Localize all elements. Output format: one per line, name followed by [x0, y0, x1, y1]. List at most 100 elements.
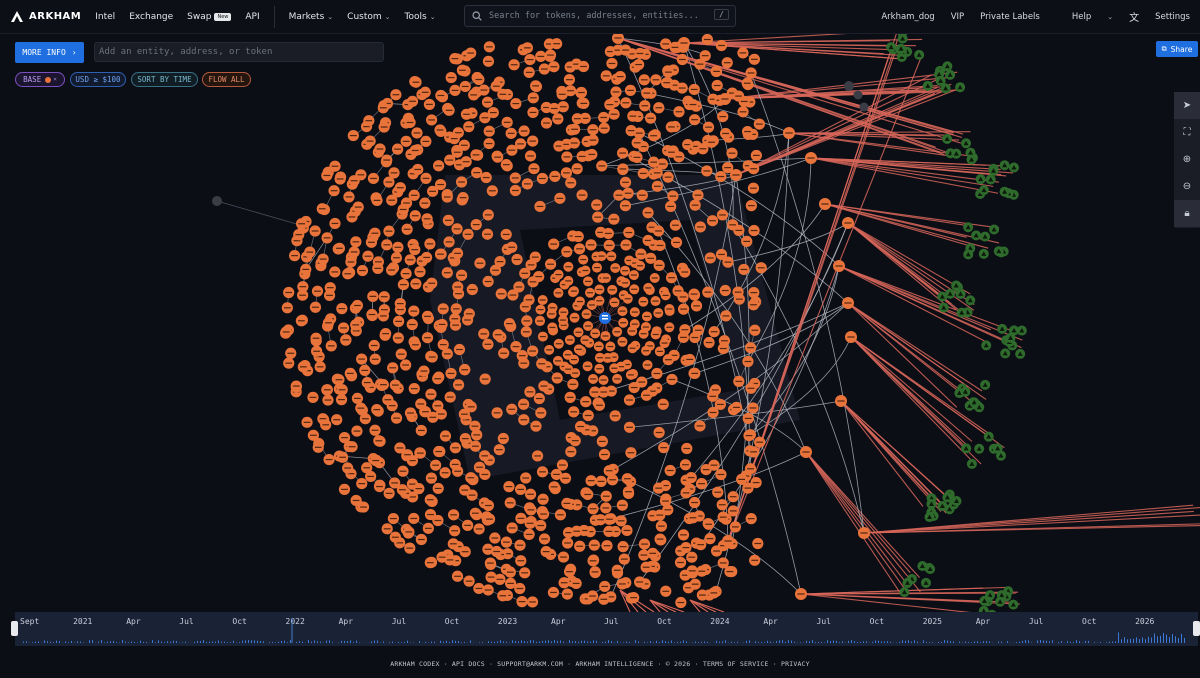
timeline-activity-bar — [1076, 640, 1077, 643]
visualizer-graph[interactable] — [0, 34, 1200, 612]
address-node-label — [682, 492, 690, 494]
timeline-activity-bar — [818, 641, 819, 643]
address-node-label — [708, 141, 715, 143]
address-node-label — [445, 241, 453, 243]
timeline-activity-bar — [584, 640, 585, 643]
address-node-label — [622, 181, 629, 183]
zoom-out-icon[interactable]: ⊖ — [1174, 173, 1200, 200]
address-node-label — [493, 550, 500, 553]
address-node-label — [661, 342, 668, 344]
timeline-activity-bar — [773, 642, 774, 643]
nav-private-labels[interactable]: Private Labels — [980, 12, 1040, 22]
timeline-activity-bar — [1058, 642, 1059, 643]
nav-exchange[interactable]: Exchange — [129, 12, 173, 22]
address-node-label — [565, 368, 572, 370]
address-node-label — [500, 352, 508, 354]
nav-settings[interactable]: Settings — [1155, 12, 1190, 22]
timeline-activity-bar — [761, 641, 762, 643]
nav-tools[interactable]: Tools ⌄ — [405, 12, 436, 22]
timeline-activity-bar — [446, 640, 447, 643]
address-node-label — [521, 572, 529, 574]
address-node-label — [443, 272, 451, 274]
timeline-activity-bar — [230, 642, 231, 643]
zoom-in-icon[interactable]: ⊕ — [1174, 146, 1200, 173]
address-node-label — [643, 394, 650, 396]
nav-markets[interactable]: Markets ⌄ — [289, 12, 334, 22]
address-node-label — [322, 424, 330, 426]
timeline-activity-bar — [1079, 641, 1080, 643]
address-node-label — [559, 464, 566, 466]
timeline-activity-bar — [1133, 638, 1134, 643]
address-node-label — [496, 578, 504, 580]
usd-filter-chip[interactable]: USD ≥ $100 — [70, 72, 126, 87]
address-node-label — [443, 196, 451, 198]
footer-links[interactable]: ARKHAM CODEX · API DOCS · SUPPORT@ARKM.C… — [0, 660, 1200, 668]
timeline-activity-bar — [653, 642, 654, 643]
lock-icon[interactable]: 🔒︎ — [1174, 200, 1200, 227]
grey-entity-node[interactable] — [859, 102, 869, 112]
address-node-label — [473, 172, 481, 174]
nav-divider — [273, 5, 275, 28]
share-button[interactable]: ⧉ Share — [1156, 41, 1198, 57]
address-node-label — [588, 153, 596, 156]
address-node-label — [524, 47, 531, 49]
search-box[interactable]: Search for tokens, addresses, entities..… — [464, 5, 736, 27]
address-node-label — [352, 499, 360, 502]
timeline-activity-bar — [659, 642, 660, 643]
more-info-button[interactable]: MORE INFO › — [15, 42, 84, 63]
timeline-bar[interactable]: Sept 2021 Apr Jul Oct 2022 Apr Jul Oct 2023 Apr Jul… — [11, 612, 1200, 646]
grey-entity-node[interactable] — [844, 81, 854, 91]
flow-all-chip[interactable]: FLOW ALL — [202, 72, 251, 87]
timeline-activity-bar — [581, 640, 582, 643]
chain-filter-chip[interactable]: BASE × — [15, 72, 65, 87]
cursor-icon[interactable]: ➤ — [1174, 92, 1200, 119]
timeline-activity-bar — [554, 640, 555, 643]
sort-by-time-chip[interactable]: SORT BY TIME — [131, 72, 198, 87]
timeline-activity-bar — [122, 640, 123, 643]
timeline-end-handle[interactable] — [1193, 621, 1200, 636]
timeline-activity-bar — [941, 641, 942, 643]
nav-vip[interactable]: VIP — [951, 12, 964, 22]
timeline-activity-bar — [452, 640, 453, 643]
address-node-label — [428, 477, 435, 479]
address-node-label — [510, 64, 518, 66]
address-node-label — [622, 205, 629, 207]
timeline-activity-bar — [644, 641, 645, 643]
nav-intel[interactable]: Intel — [95, 12, 115, 22]
timeline-activity-bar — [1148, 636, 1149, 643]
timeline-activity-bar — [116, 642, 117, 643]
nav-swap[interactable]: Swap New — [187, 12, 232, 22]
address-node-label — [428, 282, 436, 284]
timeline-activity-bar — [1025, 640, 1026, 643]
fit-view-icon[interactable]: ⛶ — [1174, 119, 1200, 146]
user-account[interactable]: Arkham_dog — [881, 12, 934, 22]
address-node-label — [726, 570, 734, 573]
grey-entity-node[interactable] — [853, 90, 863, 100]
arkham-logo[interactable]: ARKHAM — [10, 10, 81, 24]
timeline-activity-bar — [455, 640, 456, 643]
address-node-label — [424, 337, 431, 339]
isolated-node[interactable] — [212, 196, 222, 206]
entity-input[interactable]: Add an entity, address, or token — [94, 42, 384, 62]
address-node-label — [747, 205, 755, 207]
address-node-label — [567, 451, 575, 453]
address-node-label — [680, 534, 687, 536]
center-token-node[interactable] — [599, 312, 611, 324]
timeline-activity-bar — [221, 641, 222, 643]
nav-api[interactable]: API — [245, 12, 259, 22]
nav-custom[interactable]: Custom ⌄ — [347, 12, 390, 22]
timeline-start-handle[interactable] — [11, 621, 18, 636]
timeline-activity-bar — [80, 641, 81, 643]
address-node-label — [503, 541, 510, 543]
address-node-label — [835, 265, 843, 267]
address-node-label — [757, 267, 765, 269]
address-node-label — [422, 177, 430, 179]
translate-icon[interactable]: 文 — [1129, 9, 1139, 24]
address-node-label — [426, 103, 433, 106]
address-node-label — [680, 308, 687, 310]
timeline-activity-bar — [242, 640, 243, 643]
timeline-activity-bar — [77, 641, 78, 643]
address-node-label — [484, 548, 492, 550]
nav-help[interactable]: Help ⌄ — [1056, 12, 1113, 22]
address-node-label — [691, 583, 699, 585]
